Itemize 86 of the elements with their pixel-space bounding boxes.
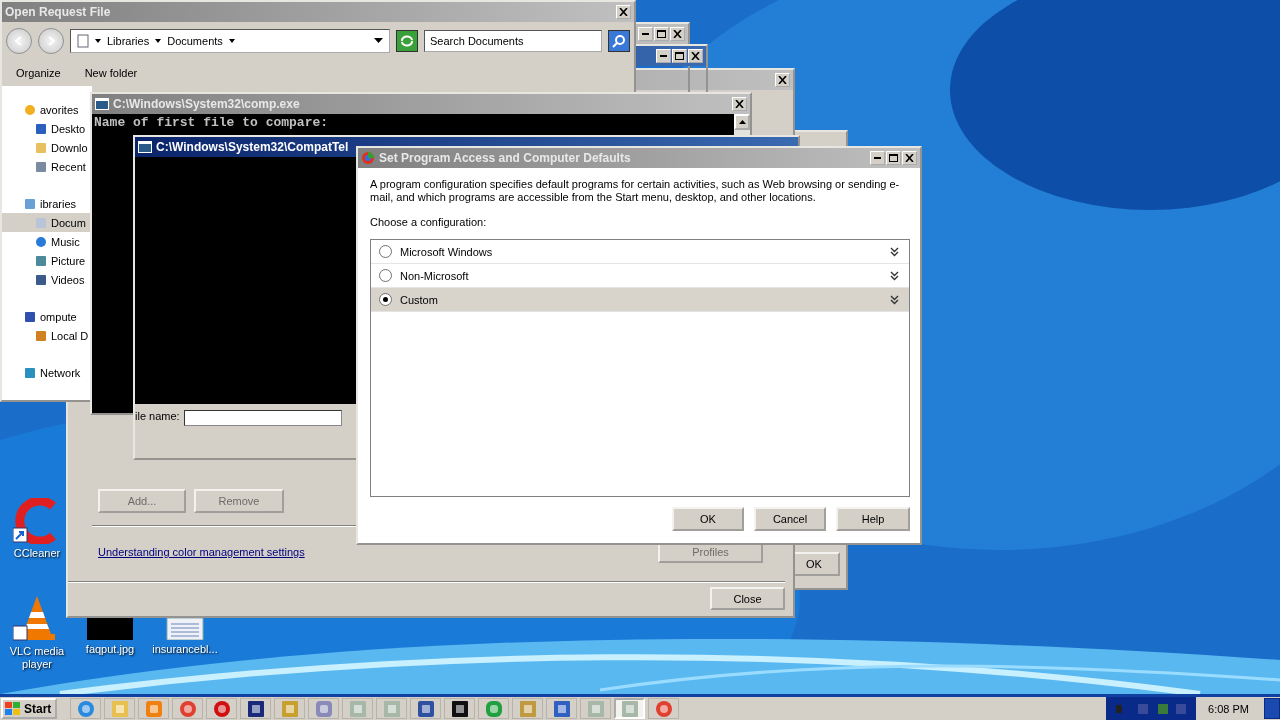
- desktop-icon-label[interactable]: insurancebl...: [152, 643, 218, 656]
- search-field[interactable]: Search Documents: [424, 30, 602, 52]
- windows-logo-icon: [5, 701, 21, 716]
- close-icon: [673, 30, 682, 38]
- caret-icon: [228, 38, 235, 44]
- window-title: C:\Windows\System32\CompatTel: [156, 140, 349, 154]
- nav-item[interactable]: Network: [2, 363, 92, 382]
- maximize-button[interactable]: [886, 151, 901, 165]
- nav-item[interactable]: Docum: [2, 213, 92, 232]
- radio-button[interactable]: [379, 245, 392, 258]
- window-title: C:\Windows\System32\comp.exe: [113, 97, 300, 111]
- minimize-icon: [874, 157, 881, 159]
- organize-menu[interactable]: Organize: [16, 67, 61, 79]
- expand-icon[interactable]: [890, 246, 899, 257]
- search-icon: [612, 34, 626, 48]
- nav-item[interactable]: Local D: [2, 326, 92, 345]
- nav-item[interactable]: Music: [2, 232, 92, 251]
- maximize-button[interactable]: [672, 49, 687, 63]
- close-icon: [905, 154, 914, 162]
- prompt-text: Choose a configuration:: [370, 216, 488, 229]
- new-folder-button[interactable]: New folder: [84, 67, 138, 79]
- tray-icons[interactable]: [1116, 701, 1187, 716]
- close-icon: [691, 52, 700, 60]
- minimize-icon: [642, 33, 649, 35]
- minimize-button[interactable]: [656, 49, 671, 63]
- up-arrow-icon: [738, 120, 746, 124]
- radio-button[interactable]: [379, 269, 392, 282]
- breadcrumb-item[interactable]: Libraries: [107, 35, 150, 47]
- start-button[interactable]: Start: [1, 698, 58, 719]
- minimize-button[interactable]: [638, 27, 653, 41]
- desktop-icon-label[interactable]: faqput.jpg: [85, 643, 135, 656]
- taskbar-button[interactable]: [240, 698, 272, 719]
- cancel-button[interactable]: Cancel: [754, 507, 826, 531]
- caret-icon: [155, 38, 162, 44]
- minimize-icon: [660, 55, 667, 57]
- close-button[interactable]: [732, 97, 747, 111]
- maximize-icon: [657, 30, 666, 38]
- image-thumbnail: [87, 618, 133, 640]
- address-bar[interactable]: Libraries Documents: [70, 29, 390, 53]
- help-link[interactable]: Understanding color management settings: [98, 546, 305, 558]
- search-button[interactable]: [608, 30, 630, 52]
- breadcrumb-item[interactable]: Documents: [167, 35, 223, 47]
- nav-item[interactable]: ibraries: [2, 194, 92, 213]
- refresh-button[interactable]: [396, 30, 418, 52]
- maximize-icon: [889, 154, 898, 162]
- nav-item[interactable]: Deskto: [2, 119, 92, 138]
- expand-icon[interactable]: [890, 294, 899, 305]
- window-title: Set Program Access and Computer Defaults: [379, 151, 631, 165]
- nav-item[interactable]: avorites: [2, 100, 92, 119]
- console-output: Name of first file to compare:: [93, 114, 330, 131]
- nav-item[interactable]: Downlo: [2, 138, 92, 157]
- forward-button[interactable]: [38, 28, 64, 54]
- refresh-icon: [400, 35, 414, 47]
- window-title: Open Request File: [5, 5, 111, 19]
- nav-item[interactable]: Videos: [2, 270, 92, 289]
- expand-icon[interactable]: [890, 270, 899, 281]
- close-button[interactable]: [902, 151, 917, 165]
- close-dialog-button[interactable]: Close: [710, 587, 785, 610]
- help-button[interactable]: Help: [836, 507, 910, 531]
- caret-icon: [95, 38, 101, 44]
- configuration-option[interactable]: Custom: [371, 288, 909, 312]
- back-button[interactable]: [6, 28, 32, 54]
- scroll-up-button[interactable]: [734, 114, 750, 130]
- description-text: A program configuration specifies default programs for certain activities, such as Web browsing or sending e-mail, and which programs are accessible from the Start menu, desktop, and other locations.: [370, 178, 901, 204]
- close-button[interactable]: [670, 27, 685, 41]
- nav-item[interactable]: ompute: [2, 307, 92, 326]
- close-icon: [735, 100, 744, 108]
- desktop-icon-label[interactable]: VLC media player: [2, 645, 72, 671]
- nav-item[interactable]: Picture: [2, 251, 92, 270]
- nav-item[interactable]: Recent: [2, 157, 92, 176]
- desktop-icon-label[interactable]: CCleaner: [13, 547, 61, 560]
- maximize-icon: [675, 52, 684, 60]
- file-name-label: ile name:: [135, 410, 180, 422]
- taskbar-button[interactable]: [444, 698, 476, 719]
- close-button[interactable]: [775, 73, 790, 87]
- close-icon: [619, 8, 628, 16]
- close-icon: [778, 76, 787, 84]
- dropdown-icon[interactable]: [374, 38, 383, 44]
- close-button[interactable]: [688, 49, 703, 63]
- ok-button[interactable]: OK: [672, 507, 744, 531]
- minimize-button[interactable]: [870, 151, 885, 165]
- maximize-button[interactable]: [654, 27, 669, 41]
- radio-button[interactable]: [379, 293, 392, 306]
- clock[interactable]: 6:08 PM: [1196, 697, 1261, 720]
- file-name-field[interactable]: [183, 410, 342, 426]
- close-button[interactable]: [616, 5, 631, 19]
